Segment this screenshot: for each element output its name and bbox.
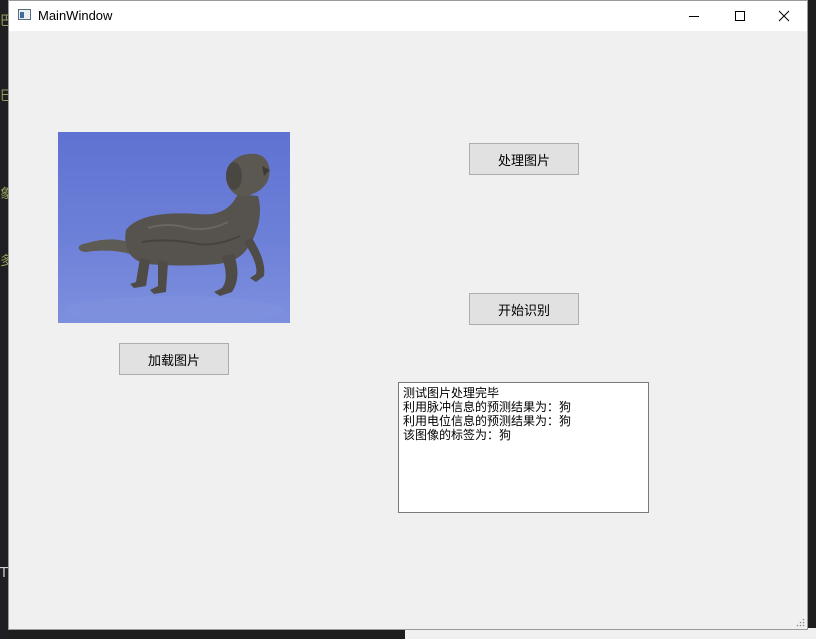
- title-bar[interactable]: MainWindow: [9, 1, 807, 31]
- close-icon: [778, 10, 790, 22]
- result-line: 利用脉冲信息的预测结果为：狗: [403, 400, 572, 414]
- minimize-button[interactable]: [671, 1, 717, 31]
- close-button[interactable]: [761, 1, 807, 31]
- size-grip-icon[interactable]: [795, 617, 805, 627]
- app-window-icon: [18, 9, 31, 20]
- result-text-box[interactable]: 测试图片处理完毕 利用脉冲信息的预测结果为：狗 利用电位信息的预测结果为：狗 该…: [398, 382, 649, 513]
- result-line: 该图像的标签为：狗: [403, 428, 512, 442]
- minimize-icon: [689, 16, 699, 17]
- image-display: [58, 132, 290, 323]
- result-line: 利用电位信息的预测结果为：狗: [403, 414, 572, 428]
- start-recognition-button[interactable]: 开始识别: [469, 293, 579, 325]
- window-title: MainWindow: [38, 8, 113, 23]
- process-image-button[interactable]: 处理图片: [469, 143, 579, 175]
- maximize-icon: [735, 11, 745, 21]
- result-line: 测试图片处理完毕: [403, 386, 500, 400]
- dog-figure-icon: [64, 153, 284, 323]
- load-image-button[interactable]: 加载图片: [119, 343, 229, 375]
- main-window: MainWindow 加载图片 处理图片 开始识别 测试图片处理完毕 利用脉冲信…: [8, 0, 808, 630]
- central-widget: 加载图片 处理图片 开始识别 测试图片处理完毕 利用脉冲信息的预测结果为：狗 利…: [9, 31, 807, 629]
- maximize-button[interactable]: [717, 1, 763, 31]
